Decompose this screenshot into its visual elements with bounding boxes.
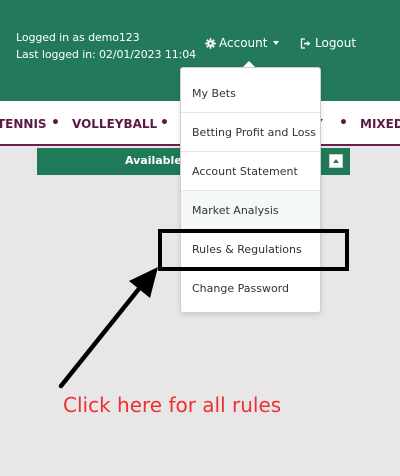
account-label: Account (219, 36, 268, 50)
nav-item-mixed[interactable]: MIXED (360, 117, 400, 131)
menu-item-rules-regulations[interactable]: Rules & Regulations (181, 230, 320, 269)
nav-item-volleyball[interactable]: VOLLEYBALL (72, 117, 157, 131)
account-dropdown-menu: My Bets Betting Profit and Loss Account … (180, 67, 321, 313)
logout-label: Logout (315, 36, 357, 50)
collapse-button[interactable] (329, 154, 343, 168)
menu-item-my-bets[interactable]: My Bets (181, 74, 320, 113)
menu-item-betting-profit-loss[interactable]: Betting Profit and Loss (181, 113, 320, 152)
menu-item-change-password[interactable]: Change Password (181, 269, 320, 308)
annotation-hint: Click here for all rules (63, 393, 282, 417)
gear-icon (205, 37, 216, 49)
nav-separator: • (160, 115, 169, 131)
account-menu-button[interactable]: Account (205, 36, 280, 50)
nav-separator: • (51, 115, 60, 131)
nav-separator: • (339, 115, 348, 131)
logged-in-text: Logged in as demo123 (16, 31, 140, 44)
menu-item-market-analysis[interactable]: Market Analysis (181, 191, 320, 230)
caret-down-icon (273, 41, 280, 45)
chevron-up-icon (333, 159, 339, 163)
login-info: Logged in as demo123 Last logged in: 02/… (16, 29, 196, 63)
menu-item-account-statement[interactable]: Account Statement (181, 152, 320, 191)
nav-item-tennis[interactable]: TENNIS (0, 117, 47, 131)
last-logged-text: Last logged in: 02/01/2023 11:04 (16, 48, 197, 61)
logout-icon (300, 37, 311, 49)
logout-button[interactable]: Logout (300, 36, 356, 50)
